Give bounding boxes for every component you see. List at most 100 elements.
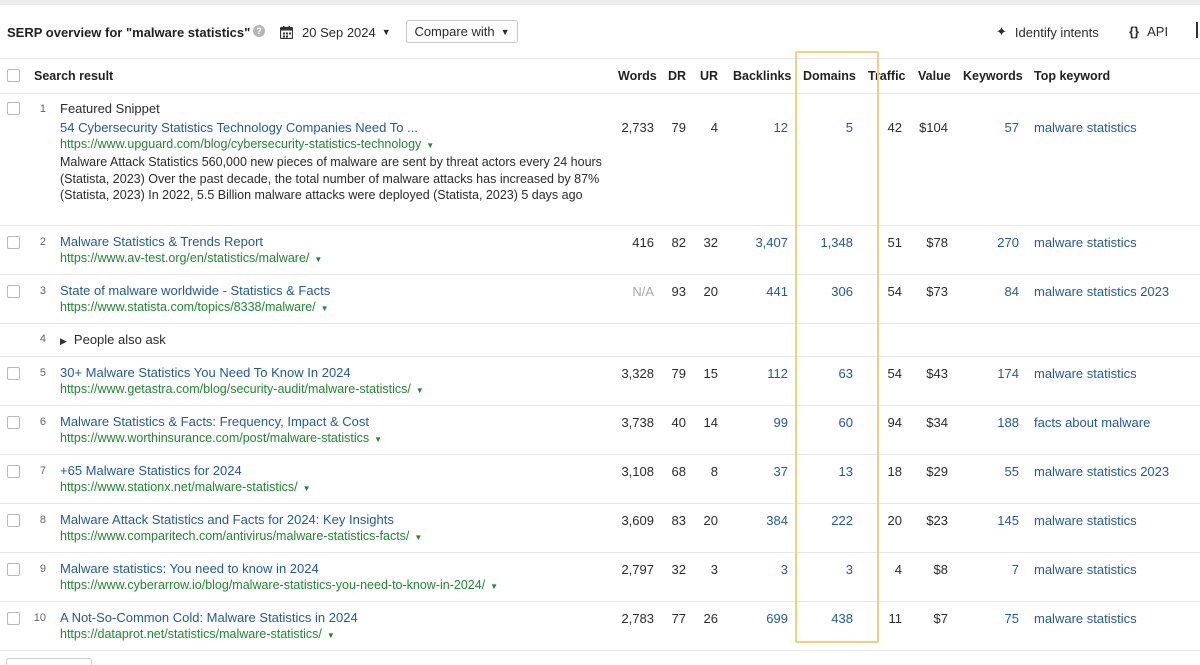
compare-with-button[interactable]: Compare with ▼ xyxy=(406,20,518,43)
result-cell: Malware Statistics & Trends Report https… xyxy=(60,234,610,268)
header-traffic[interactable]: Traffic xyxy=(868,69,906,83)
domains-link[interactable]: 5 xyxy=(846,120,853,136)
header-ur[interactable]: UR xyxy=(700,69,718,83)
keywords-link[interactable]: 7 xyxy=(1012,562,1019,578)
result-url[interactable]: https://www.comparitech.com/antivirus/ma… xyxy=(60,528,610,546)
table-row: 9 Malware statistics: You need to know i… xyxy=(0,553,1200,602)
result-title-link[interactable]: State of malware worldwide - Statistics … xyxy=(60,283,610,299)
domains-link[interactable]: 222 xyxy=(831,513,853,529)
row-checkbox[interactable] xyxy=(7,102,20,115)
people-also-ask-row[interactable]: 4 ▶ People also ask xyxy=(0,324,1200,357)
chevron-down-icon[interactable]: ▼ xyxy=(327,631,335,640)
top-keyword-link[interactable]: malware statistics xyxy=(1034,366,1137,382)
header-top-keyword[interactable]: Top keyword xyxy=(1034,69,1110,83)
chevron-down-icon[interactable]: ▼ xyxy=(321,304,329,313)
result-url[interactable]: https://www.av-test.org/en/statistics/ma… xyxy=(60,250,610,268)
chevron-down-icon[interactable]: ▼ xyxy=(416,386,424,395)
result-title-link[interactable]: Malware Attack Statistics and Facts for … xyxy=(60,512,610,528)
chevron-down-icon[interactable]: ▼ xyxy=(314,255,322,264)
result-title-link[interactable]: 30+ Malware Statistics You Need To Know … xyxy=(60,365,610,381)
backlinks-link[interactable]: 384 xyxy=(766,513,788,529)
result-title-link[interactable]: Malware Statistics & Trends Report xyxy=(60,234,610,250)
help-icon[interactable]: ? xyxy=(253,25,265,37)
truncated-button-edge xyxy=(1196,22,1198,38)
keywords-link[interactable]: 174 xyxy=(997,366,1019,382)
domains-link[interactable]: 60 xyxy=(839,415,853,431)
result-url[interactable]: https://www.upguard.com/blog/cybersecuri… xyxy=(60,136,610,154)
top-keyword-link[interactable]: malware statistics xyxy=(1034,235,1137,251)
domains-link[interactable]: 13 xyxy=(839,464,853,480)
header-search-result[interactable]: Search result xyxy=(34,69,113,83)
result-title-link[interactable]: A Not-So-Common Cold: Malware Statistics… xyxy=(60,610,610,626)
header-words[interactable]: Words xyxy=(618,69,657,83)
date-picker[interactable]: 20 Sep 2024 ▼ xyxy=(280,21,391,43)
backlinks-link[interactable]: 12 xyxy=(774,120,788,136)
header-backlinks[interactable]: Backlinks xyxy=(733,69,791,83)
domains-link[interactable]: 63 xyxy=(839,366,853,382)
chevron-down-icon[interactable]: ▼ xyxy=(490,582,498,591)
dr-value: 77 xyxy=(671,611,686,626)
result-url[interactable]: https://www.getastra.com/blog/security-a… xyxy=(60,381,610,399)
row-checkbox[interactable] xyxy=(7,563,20,576)
keywords-link[interactable]: 270 xyxy=(997,235,1019,251)
chevron-down-icon[interactable]: ▼ xyxy=(374,435,382,444)
domains-link[interactable]: 1,348 xyxy=(820,235,853,251)
keywords-link[interactable]: 57 xyxy=(1005,120,1019,136)
backlinks-link[interactable]: 441 xyxy=(766,284,788,300)
header-keywords[interactable]: Keywords xyxy=(963,69,1023,83)
keywords-link[interactable]: 84 xyxy=(1005,284,1019,300)
people-also-ask-toggle[interactable]: ▶ People also ask xyxy=(60,332,166,347)
chevron-down-icon[interactable]: ▼ xyxy=(303,484,311,493)
top-keyword-link[interactable]: malware statistics xyxy=(1034,513,1137,529)
keywords-link[interactable]: 55 xyxy=(1005,464,1019,480)
header-domains[interactable]: Domains xyxy=(803,69,856,83)
top-keyword-link[interactable]: malware statistics xyxy=(1034,562,1137,578)
result-url[interactable]: https://www.statista.com/topics/8338/mal… xyxy=(60,299,610,317)
row-checkbox[interactable] xyxy=(7,465,20,478)
backlinks-link[interactable]: 37 xyxy=(774,464,788,480)
api-label: API xyxy=(1147,24,1169,39)
row-checkbox[interactable] xyxy=(7,416,20,429)
chevron-down-icon[interactable]: ▼ xyxy=(426,141,434,150)
top-keyword-link[interactable]: malware statistics xyxy=(1034,611,1137,627)
words-value: 2,733 xyxy=(621,120,654,135)
select-all-checkbox[interactable] xyxy=(7,69,20,82)
value-amount: $8 xyxy=(933,562,948,577)
row-checkbox[interactable] xyxy=(7,367,20,380)
api-button[interactable]: {} API xyxy=(1129,24,1168,39)
top-keyword-link[interactable]: malware statistics 2023 xyxy=(1034,284,1169,300)
keywords-link[interactable]: 145 xyxy=(997,513,1019,529)
result-url[interactable]: https://www.stationx.net/malware-statist… xyxy=(60,479,610,497)
row-checkbox[interactable] xyxy=(7,285,20,298)
identify-intents-button[interactable]: ✦ Identify intents xyxy=(996,24,1099,40)
result-title-link[interactable]: +65 Malware Statistics for 2024 xyxy=(60,463,610,479)
backlinks-link[interactable]: 112 xyxy=(767,366,788,382)
top-keyword-link[interactable]: facts about malware xyxy=(1034,415,1150,431)
top-keyword-link[interactable]: malware statistics 2023 xyxy=(1034,464,1169,480)
backlinks-link[interactable]: 3,407 xyxy=(755,235,788,251)
table-row: 2 Malware Statistics & Trends Report htt… xyxy=(0,226,1200,275)
backlinks-link[interactable]: 3 xyxy=(781,562,788,578)
result-title-link[interactable]: 54 Cybersecurity Statistics Technology C… xyxy=(60,120,610,136)
calendar-icon xyxy=(280,25,293,39)
top-keyword-link[interactable]: malware statistics xyxy=(1034,120,1137,136)
result-url[interactable]: https://dataprot.net/statistics/malware-… xyxy=(60,626,610,644)
keywords-link[interactable]: 75 xyxy=(1005,611,1019,627)
row-checkbox[interactable] xyxy=(7,236,20,249)
row-checkbox[interactable] xyxy=(7,612,20,625)
compare-with-label: Compare with xyxy=(414,24,495,39)
result-title-link[interactable]: Malware statistics: You need to know in … xyxy=(60,561,610,577)
chevron-down-icon[interactable]: ▼ xyxy=(414,533,422,542)
row-checkbox[interactable] xyxy=(7,514,20,527)
header-dr[interactable]: DR xyxy=(668,69,686,83)
domains-link[interactable]: 306 xyxy=(831,284,853,300)
keywords-link[interactable]: 188 xyxy=(997,415,1019,431)
result-url[interactable]: https://www.worthinsurance.com/post/malw… xyxy=(60,430,610,448)
domains-link[interactable]: 3 xyxy=(846,562,853,578)
domains-link[interactable]: 438 xyxy=(831,611,853,627)
backlinks-link[interactable]: 99 xyxy=(774,415,788,431)
result-title-link[interactable]: Malware Statistics & Facts: Frequency, I… xyxy=(60,414,610,430)
header-value[interactable]: Value xyxy=(918,69,951,83)
result-url[interactable]: https://www.cyberarrow.io/blog/malware-s… xyxy=(60,577,610,595)
backlinks-link[interactable]: 699 xyxy=(766,611,788,627)
